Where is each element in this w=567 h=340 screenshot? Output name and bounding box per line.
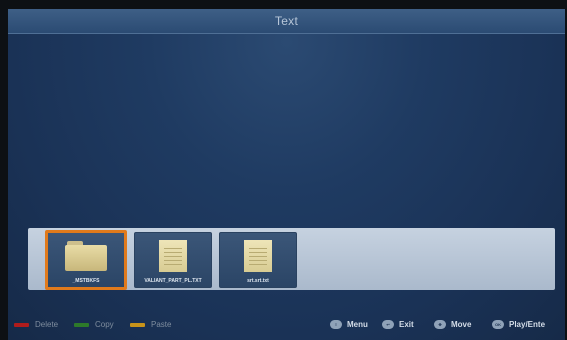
play-enter-label: Play/Ente <box>509 320 546 329</box>
file-strip: _MSTBKFS VALIANT_PART_PL.TXT srt.srt.txt <box>28 228 555 290</box>
file-name: srt.srt.txt <box>247 278 269 284</box>
menu-hint[interactable]: ≡ Menu <box>330 318 368 331</box>
footer-bar: Delete Copy Paste ≡ Menu ↩ Exit ✥ Move OK Pl… <box>8 314 565 334</box>
document-icon <box>159 240 187 272</box>
menu-icon: ≡ <box>330 320 342 330</box>
file-name: VALIANT_PART_PL.TXT <box>144 278 202 284</box>
file-item-srt[interactable]: srt.srt.txt <box>219 232 297 288</box>
red-key-icon <box>14 322 29 327</box>
title-bar: Text <box>8 9 565 34</box>
file-item-mstbkfs[interactable]: _MSTBKFS <box>45 230 127 290</box>
paste-label: Paste <box>151 320 172 329</box>
media-browser-screen: Text _MSTBKFS VALIANT_PART_PL.TXT srt.sr… <box>8 9 565 340</box>
copy-key-hint[interactable]: Copy <box>74 319 114 331</box>
yellow-key-icon <box>130 322 145 327</box>
ok-icon: OK <box>492 320 504 330</box>
exit-hint[interactable]: ↩ Exit <box>382 318 414 331</box>
folder-icon <box>65 241 107 271</box>
exit-icon: ↩ <box>382 320 394 330</box>
file-item-valiant[interactable]: VALIANT_PART_PL.TXT <box>134 232 212 288</box>
delete-label: Delete <box>35 320 59 329</box>
move-label: Move <box>451 320 472 329</box>
exit-label: Exit <box>399 320 414 329</box>
tv-frame: Text _MSTBKFS VALIANT_PART_PL.TXT srt.sr… <box>0 0 567 340</box>
play-enter-hint[interactable]: OK Play/Ente <box>492 318 545 331</box>
document-icon <box>244 240 272 272</box>
paste-key-hint[interactable]: Paste <box>130 319 171 331</box>
delete-key-hint[interactable]: Delete <box>14 319 58 331</box>
move-hint[interactable]: ✥ Move <box>434 318 471 331</box>
move-icon: ✥ <box>434 320 446 330</box>
menu-label: Menu <box>347 320 368 329</box>
green-key-icon <box>74 322 89 327</box>
page-title: Text <box>274 14 299 28</box>
file-name: _MSTBKFS <box>72 278 100 284</box>
copy-label: Copy <box>95 320 114 329</box>
